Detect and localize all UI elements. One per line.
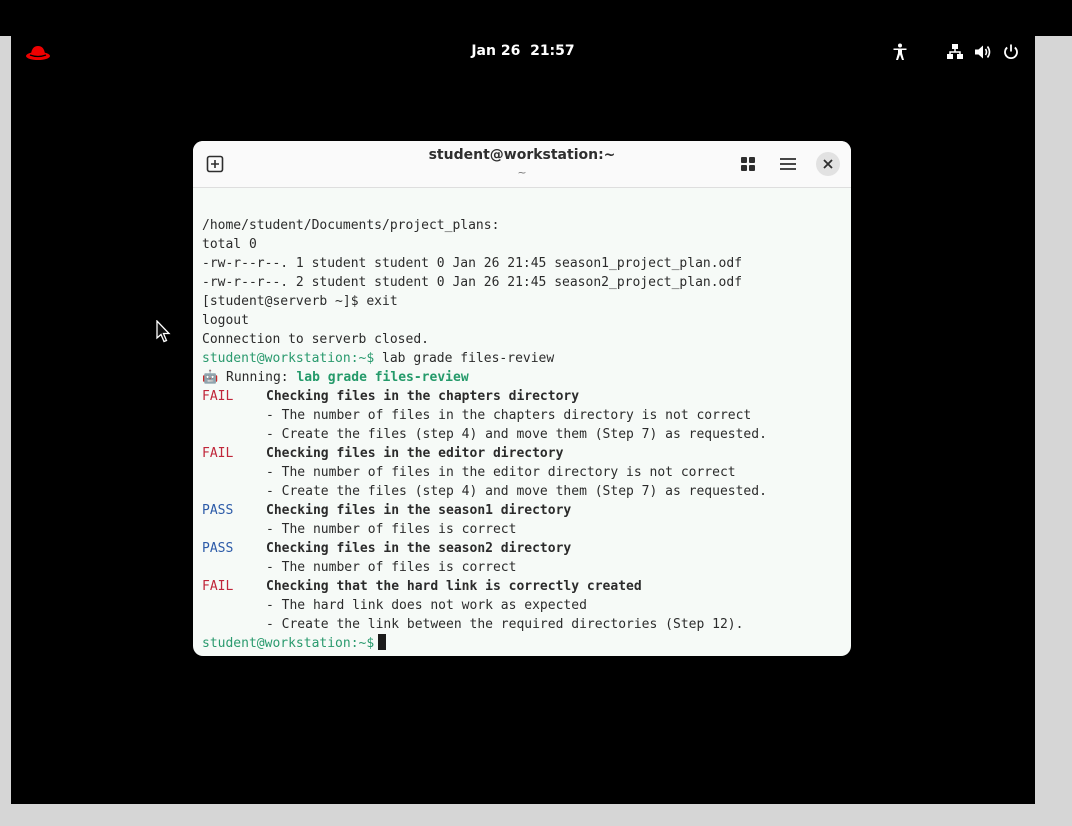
host-left-band xyxy=(0,36,11,804)
close-button[interactable] xyxy=(816,152,840,176)
check-detail: - The number of files in the editor dire… xyxy=(266,465,736,480)
host-top-band xyxy=(0,0,1072,36)
check-row: FAIL Checking that the hard link is corre… xyxy=(202,577,847,596)
clock-date: Jan 26 xyxy=(471,43,521,59)
output-line: logout xyxy=(202,313,249,328)
power-icon[interactable] xyxy=(1002,43,1020,61)
output-line: [student@serverb ~]$ exit xyxy=(202,294,398,309)
check-detail: - Create the files (step 4) and move the… xyxy=(266,427,767,442)
volume-icon[interactable] xyxy=(974,43,992,61)
check-title: Checking that the hard link is correctly… xyxy=(266,579,642,594)
status-fail: FAIL xyxy=(202,579,234,594)
main-menu-button[interactable] xyxy=(777,154,799,174)
check-detail: - The number of files is correct xyxy=(266,560,517,575)
check-detail: - The number of files in the chapters di… xyxy=(266,408,752,423)
check-row: PASS Checking files in the season2 direct… xyxy=(202,539,847,558)
grid-icon xyxy=(741,157,755,171)
status-pass: PASS xyxy=(202,541,234,556)
check-title: Checking files in the editor directory xyxy=(266,446,564,461)
running-label: 🤖 Running: xyxy=(202,370,297,385)
check-row: FAIL Checking files in the editor directo… xyxy=(202,444,847,463)
output-line: -rw-r--r--. 2 student student 0 Jan 26 2… xyxy=(202,275,743,290)
check-detail: - Create the link between the required d… xyxy=(266,617,744,632)
network-icon[interactable] xyxy=(946,43,964,61)
running-line: 🤖 Running: lab grade files-review xyxy=(202,368,847,387)
check-title: Checking files in the season2 directory xyxy=(266,541,572,556)
status-pass: PASS xyxy=(202,503,234,518)
shell-prompt: student@workstation:~$ xyxy=(202,351,375,366)
active-prompt-line[interactable]: student@workstation:~$ xyxy=(202,634,847,653)
close-icon xyxy=(823,159,833,169)
hamburger-icon xyxy=(780,158,796,170)
clock-time: 21:57 xyxy=(530,43,575,59)
shell-prompt: student@workstation:~$ xyxy=(202,636,375,651)
check-detail: - The hard link does not work as expecte… xyxy=(266,598,587,613)
running-command: lab grade files-review xyxy=(296,370,469,385)
clock[interactable]: Jan 26 21:57 xyxy=(11,43,1035,59)
check-title: Checking files in the chapters directory xyxy=(266,389,580,404)
text-cursor xyxy=(378,634,387,650)
vm-screen: Jan 26 21:57 student@workstation:~ ~ /ho… xyxy=(11,36,1035,804)
check-row: PASS Checking files in the season1 direct… xyxy=(202,501,847,520)
check-detail: - The number of files is correct xyxy=(266,522,517,537)
output-line: /home/student/Documents/project_plans: xyxy=(202,218,500,233)
check-detail: - Create the files (step 4) and move the… xyxy=(266,484,767,499)
tab-overview-button[interactable] xyxy=(738,154,758,174)
status-fail: FAIL xyxy=(202,446,234,461)
terminal-output[interactable]: /home/student/Documents/project_plans: t… xyxy=(202,216,847,653)
terminal-window[interactable]: student@workstation:~ ~ /home/student/Do… xyxy=(193,141,851,656)
accessibility-icon[interactable] xyxy=(892,43,908,61)
mouse-pointer-icon xyxy=(156,319,172,344)
terminal-titlebar[interactable]: student@workstation:~ ~ xyxy=(193,141,851,188)
gnome-top-bar: Jan 26 21:57 xyxy=(11,36,1035,68)
host-bottom-band xyxy=(0,804,1072,826)
host-right-band xyxy=(1035,36,1072,804)
output-line: -rw-r--r--. 1 student student 0 Jan 26 2… xyxy=(202,256,743,271)
check-row: FAIL Checking files in the chapters direc… xyxy=(202,387,847,406)
output-line: Connection to serverb closed. xyxy=(202,332,429,347)
command-text: lab grade files-review xyxy=(374,351,555,366)
command-line: student@workstation:~$ lab grade files-r… xyxy=(202,349,847,368)
status-fail: FAIL xyxy=(202,389,234,404)
check-title: Checking files in the season1 directory xyxy=(266,503,572,518)
output-line: total 0 xyxy=(202,237,257,252)
